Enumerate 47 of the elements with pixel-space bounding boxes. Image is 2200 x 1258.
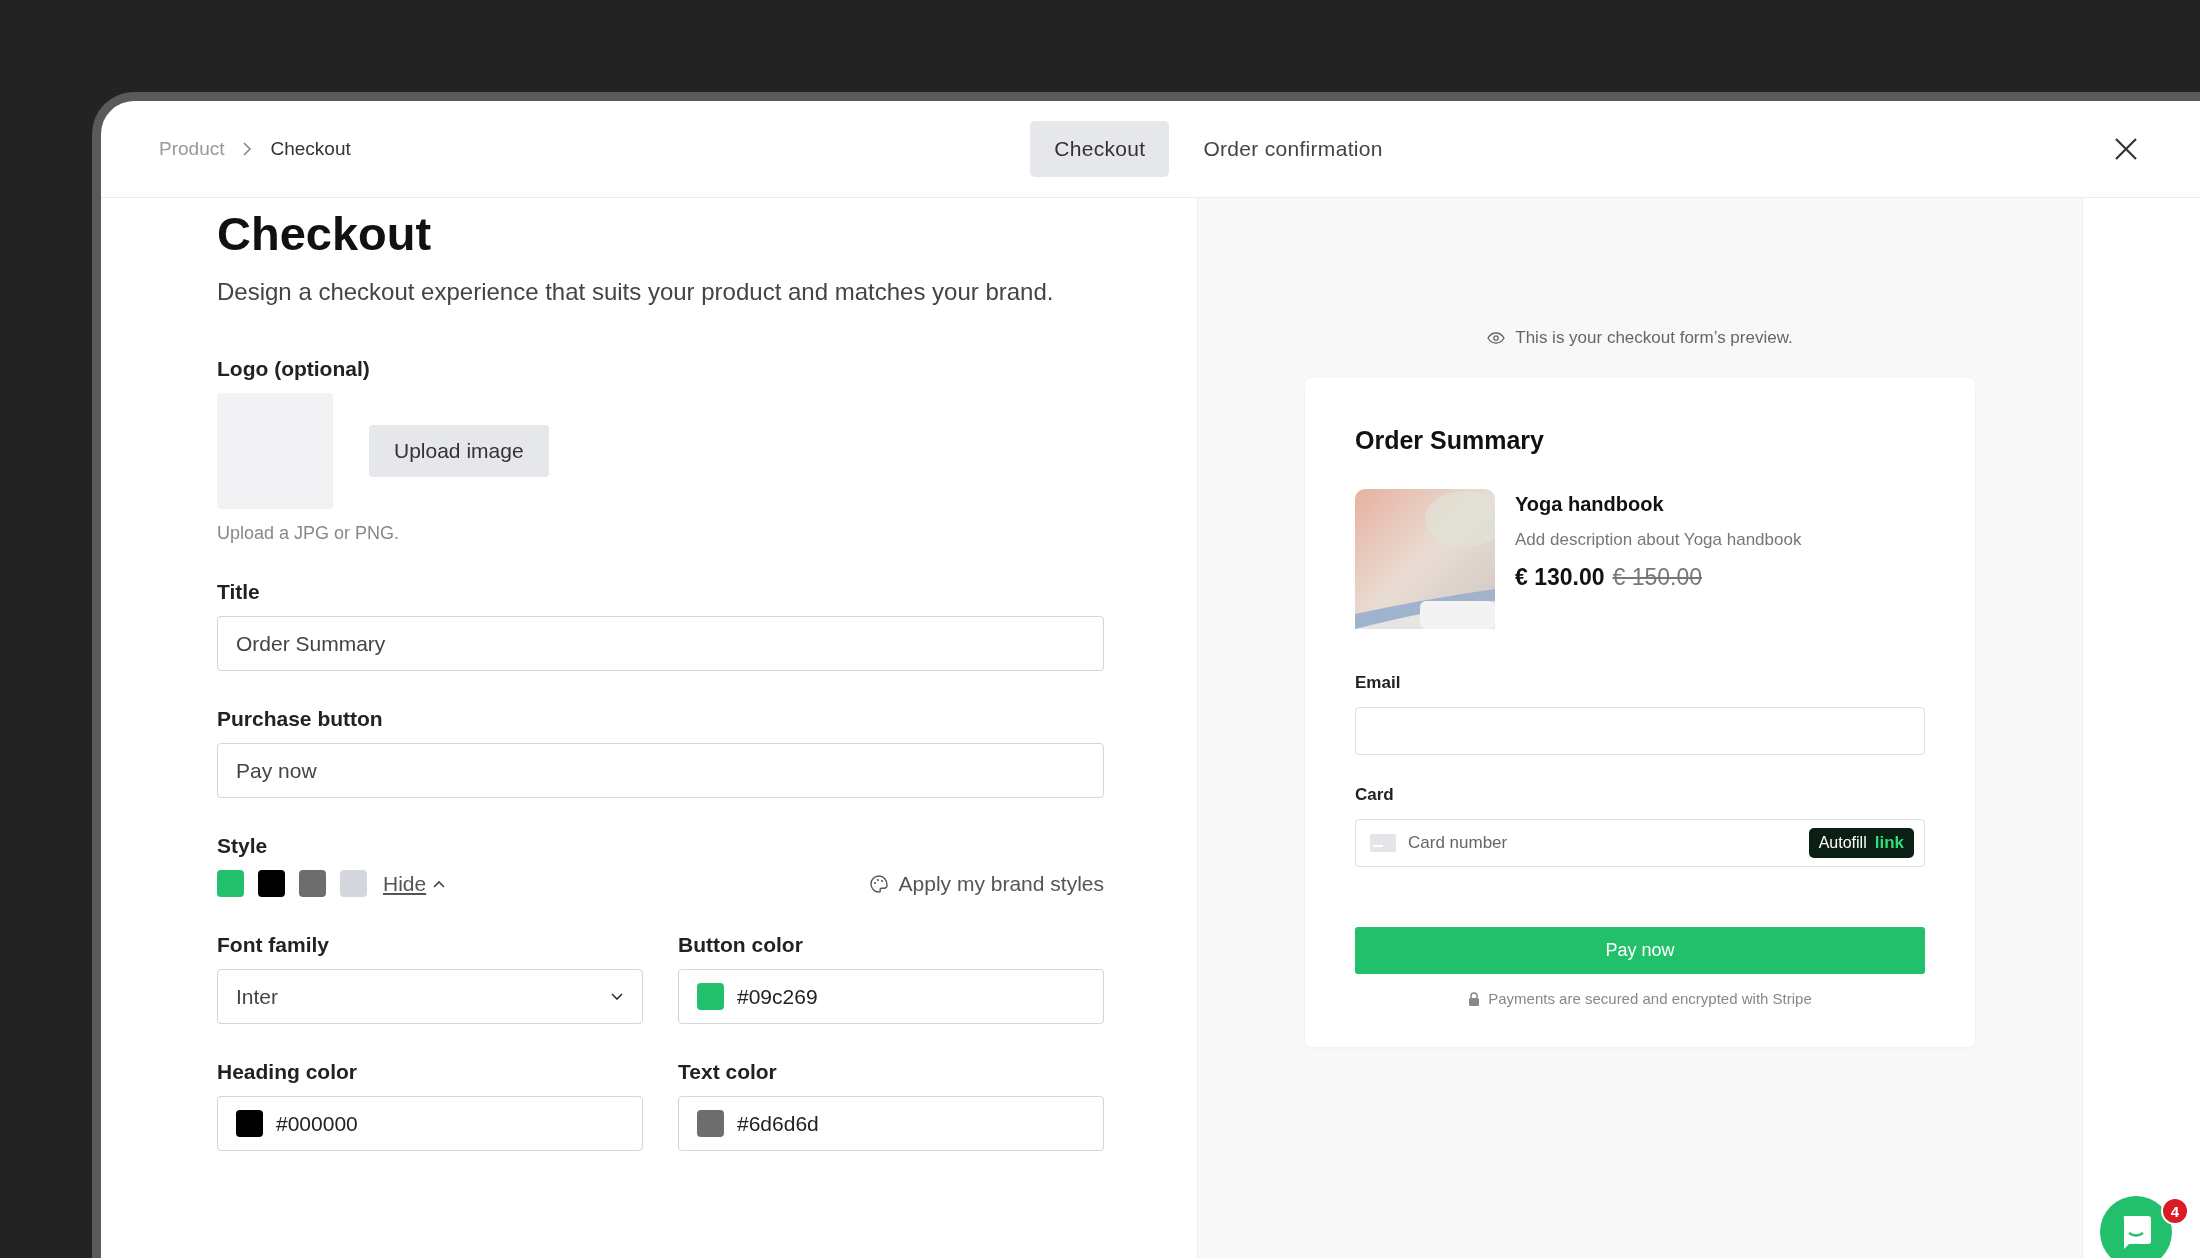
autofill-button[interactable]: Autofill link [1808, 828, 1914, 858]
product-name: Yoga handbook [1515, 493, 1665, 516]
field-label: Email [1355, 673, 1402, 693]
close-icon[interactable] [2114, 137, 2138, 161]
page-title: Checkout [217, 206, 433, 261]
field-label: Logo (optional) [217, 357, 371, 381]
price: € 130.00 [1515, 564, 1605, 591]
upload-image-button[interactable]: Upload image [369, 425, 549, 477]
color-input[interactable]: #000000 [217, 1096, 643, 1151]
secure-note: Payments are secured and encrypted with Stripe [1488, 990, 1812, 1007]
title-input[interactable]: Order Summary [217, 616, 1104, 671]
preview-note: This is your checkout form’s preview. [1515, 328, 1793, 348]
lock-icon [1468, 991, 1481, 1006]
field-label: Heading color [217, 1060, 359, 1084]
tab[interactable]: Order confirmation [1179, 121, 1407, 177]
page-description: Design a checkout experience that suits your product and matches your brand. [217, 277, 1055, 307]
palette-icon [868, 873, 889, 894]
field-label: Text color [678, 1060, 778, 1084]
caret-icon[interactable] [432, 878, 447, 889]
product-description: Add description about Yoga handbook [1515, 530, 1802, 550]
field-label: Purchase button [217, 707, 384, 731]
chevron-down-icon [610, 991, 624, 1002]
apply-brand-styles-button[interactable]: Apply my brand styles [868, 871, 1104, 896]
old-price: € 150.00 [1612, 564, 1703, 591]
color-input[interactable]: #6d6d6d [678, 1096, 1104, 1151]
field-label: Font family [217, 933, 330, 957]
tab[interactable]: Checkout [1030, 121, 1170, 177]
color-swatch[interactable] [217, 870, 244, 897]
color-swatch[interactable] [340, 870, 367, 897]
credit-card-icon [1370, 834, 1396, 852]
field-label: Card [1355, 785, 1395, 805]
card-title: Order Summary [1355, 426, 1545, 455]
eye-icon [1487, 332, 1506, 344]
hint-text: Upload a JPG or PNG. [217, 523, 401, 544]
email-input[interactable] [1355, 707, 1925, 755]
color-input[interactable]: #09c269 [678, 969, 1104, 1024]
color-swatch[interactable] [258, 870, 285, 897]
field-label: Style [217, 834, 269, 858]
purchase-button-input[interactable]: Pay now [217, 743, 1104, 798]
font-family-select[interactable]: Inter [217, 969, 643, 1024]
hide-link[interactable]: Hide [383, 871, 427, 896]
breadcrumb-link[interactable]: Checkout [270, 138, 351, 160]
chevron-right-icon [242, 141, 253, 157]
field-label: Button color [678, 933, 804, 957]
field-label: Title [217, 580, 261, 604]
card-number-input[interactable]: Card number Autofill link [1355, 819, 1925, 867]
color-swatch[interactable] [299, 870, 326, 897]
